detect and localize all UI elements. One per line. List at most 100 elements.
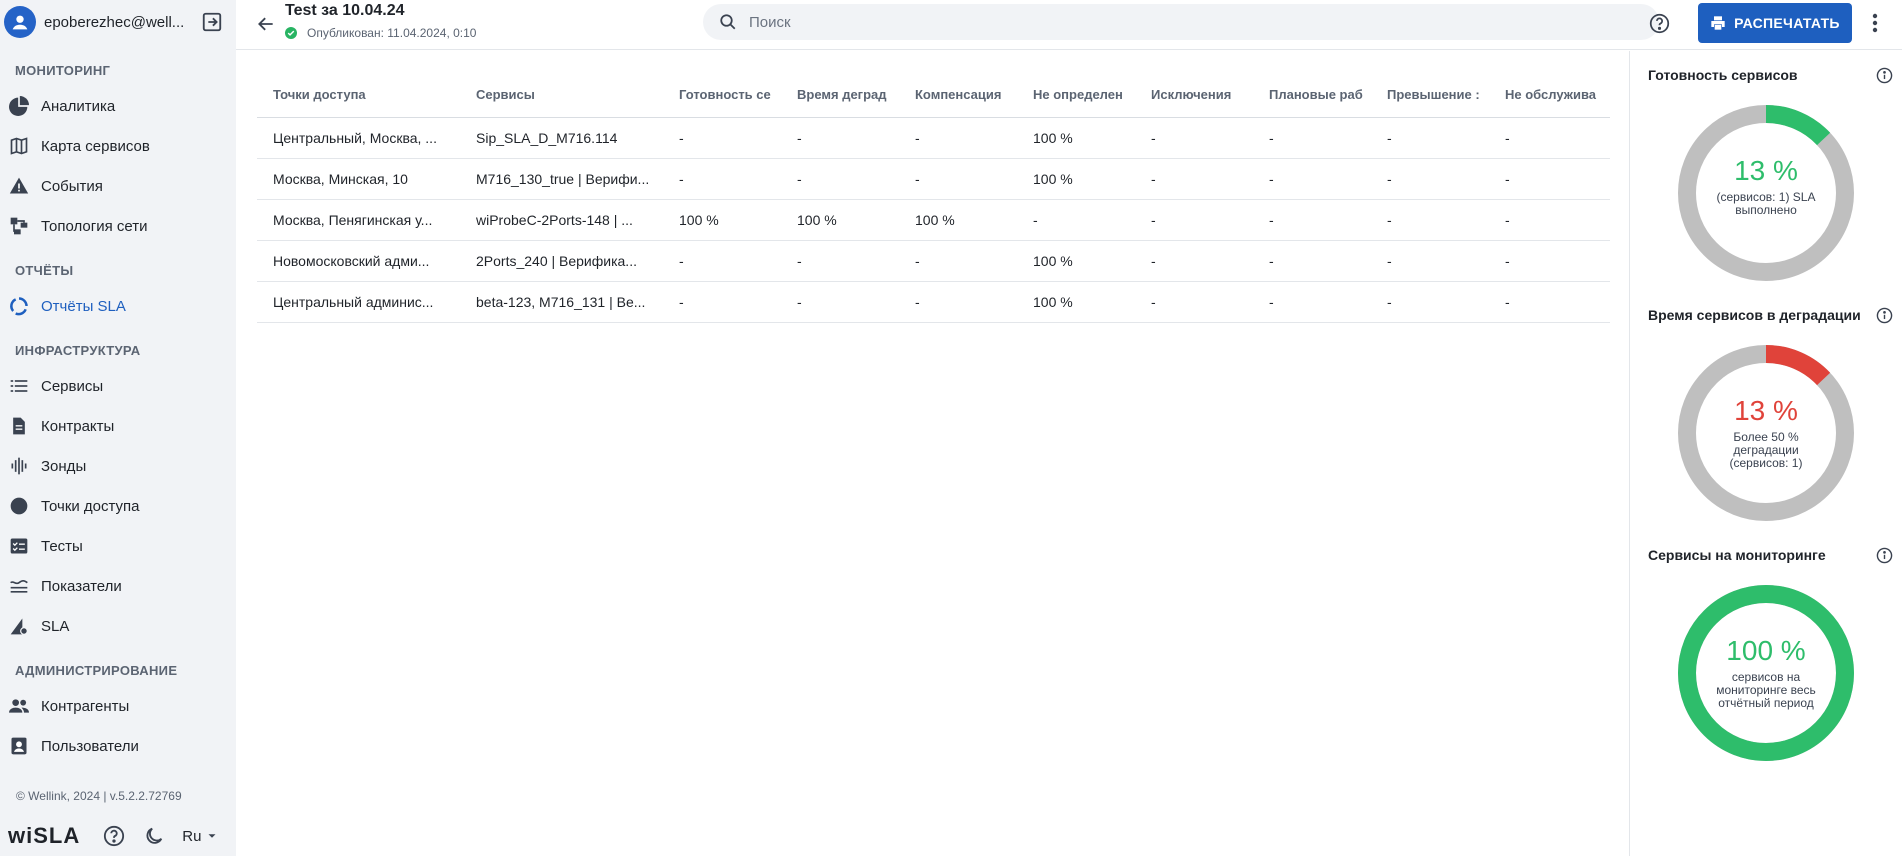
search-input[interactable] (749, 13, 1549, 31)
nav-item-probes[interactable]: Зонды (0, 446, 236, 486)
column-header[interactable]: Плановые раб (1253, 87, 1371, 102)
help-icon[interactable] (102, 824, 126, 848)
table-cell: beta-123, M716_131 | Be... (476, 294, 646, 310)
nav-item-contracts[interactable]: Контракты (0, 406, 236, 446)
nav-item-services[interactable]: Сервисы (0, 366, 236, 406)
language-selector[interactable]: Ru (182, 828, 219, 845)
table-cell: - (1151, 253, 1156, 269)
nav-item-sla[interactable]: SLA (0, 606, 236, 646)
sla-settings-icon (8, 615, 30, 637)
table-row[interactable]: Москва, Пенягинская у... wiProbeC-2Ports… (257, 200, 1610, 241)
print-label: РАСПЕЧАТАТЬ (1734, 15, 1840, 31)
table-header-row: Точки доступа Сервисы Готовность се Врем… (257, 72, 1610, 118)
nav-item-events[interactable]: События (0, 166, 236, 206)
dark-mode-icon[interactable] (142, 824, 166, 848)
nav-item-service-map[interactable]: Карта сервисов (0, 126, 236, 166)
column-header[interactable]: Не определен (1017, 87, 1135, 102)
column-header[interactable]: Готовность се (663, 87, 781, 102)
nav-item-access-points[interactable]: Точки доступа (0, 486, 236, 526)
table-cell: - (1387, 130, 1392, 146)
sidebar: epoberezhec@well... МОНИТОРИНГ Аналитика… (0, 0, 236, 856)
table-cell: - (1151, 294, 1156, 310)
nav-item-topology[interactable]: Топология сети (0, 206, 236, 246)
user-row: epoberezhec@well... (0, 0, 236, 44)
nav-item-analytics[interactable]: Аналитика (0, 86, 236, 126)
search-help-icon[interactable] (1648, 12, 1670, 34)
table-cell: - (1033, 212, 1038, 228)
nav-item-counterparties[interactable]: Контрагенты (0, 686, 236, 726)
info-icon[interactable] (1875, 306, 1893, 324)
table-cell: 100 % (797, 212, 837, 228)
nav-item-metrics[interactable]: Показатели (0, 566, 236, 606)
donut-desc-line: отчётный период (1718, 696, 1814, 710)
table-cell: - (915, 253, 920, 269)
table-cell: - (797, 253, 802, 269)
more-vert-icon[interactable] (1868, 11, 1882, 35)
table-cell: wiProbeC-2Ports-148 | ... (476, 212, 633, 228)
nav-label: Сервисы (41, 377, 104, 395)
nav-item-tests[interactable]: Тесты (0, 526, 236, 566)
checklist-icon (8, 535, 30, 557)
column-header[interactable]: Превышение : (1371, 87, 1489, 102)
user-card-icon (8, 735, 30, 757)
table-row[interactable]: Центральный админис... beta-123, M716_13… (257, 282, 1610, 323)
table-cell: - (915, 294, 920, 310)
info-icon[interactable] (1875, 66, 1893, 84)
list-icon (8, 375, 30, 397)
column-header[interactable]: Не обслужива (1489, 87, 1607, 102)
back-arrow-icon[interactable] (254, 12, 278, 36)
section-title-monitoring: МОНИТОРИНГ (15, 62, 111, 78)
nav-label: Карта сервисов (41, 137, 150, 155)
table-cell: - (1269, 253, 1274, 269)
nav-label: Показатели (41, 577, 122, 595)
footer-row: wiSLA Ru (0, 816, 236, 856)
publish-status-text: Опубликован: 11.04.2024, 0:10 (307, 26, 477, 40)
table-cell: Центральный админис... (273, 294, 434, 310)
info-icon[interactable] (1875, 546, 1893, 564)
nav-label: Контрагенты (41, 697, 130, 715)
logout-icon[interactable] (200, 10, 224, 34)
donut-percent: 13 % (1734, 395, 1798, 426)
table-cell: 100 % (1033, 130, 1073, 146)
donut-description: сервисов на мониторинге весь отчётный пе… (1700, 671, 1832, 710)
people-icon (8, 695, 30, 717)
print-button[interactable]: РАСПЕЧАТАТЬ (1698, 3, 1852, 43)
search-bar[interactable] (703, 4, 1659, 40)
nav-item-sla-reports[interactable]: Отчёты SLA (0, 286, 236, 326)
donut-chart: 100 % сервисов на мониторинге весь отчёт… (1678, 585, 1854, 761)
donut-description: Более 50 % деградации (сервисов: 1) (1700, 431, 1832, 470)
avatar[interactable] (4, 6, 36, 38)
printer-icon (1710, 15, 1726, 31)
column-header[interactable]: Сервисы (460, 87, 663, 102)
nav-item-users[interactable]: Пользователи (0, 726, 236, 766)
table-cell: - (915, 130, 920, 146)
column-header[interactable]: Время деград (781, 87, 899, 102)
table-cell: - (1505, 130, 1510, 146)
table-cell: - (679, 253, 684, 269)
table-cell: Новомосковский адми... (273, 253, 430, 269)
user-name[interactable]: epoberezhec@well... (44, 14, 200, 31)
map-icon (8, 135, 30, 157)
column-header[interactable]: Точки доступа (257, 87, 460, 102)
table-cell: - (1269, 212, 1274, 228)
table-cell: - (1269, 130, 1274, 146)
warning-icon (8, 175, 30, 197)
table-cell: - (1269, 171, 1274, 187)
card-service-readiness: Готовность сервисов 13 % (сервисов: 1) S… (1630, 51, 1902, 291)
table-row[interactable]: Новомосковский адми... 2Ports_240 | Вери… (257, 241, 1610, 282)
table-row[interactable]: Центральный, Москва, ... Sip_SLA_D_M716.… (257, 118, 1610, 159)
check-circle-icon (285, 27, 297, 39)
table-cell: - (1387, 212, 1392, 228)
summary-panel: Готовность сервисов 13 % (сервисов: 1) S… (1629, 51, 1902, 856)
publish-status: Опубликован: 11.04.2024, 0:10 (285, 26, 476, 40)
table-cell: - (679, 130, 684, 146)
page-title: Test за 10.04.24 (285, 2, 405, 19)
column-header[interactable]: Исключения (1135, 87, 1253, 102)
nav-label: Топология сети (41, 217, 148, 235)
table-cell: M716_130_true | Верифи... (476, 171, 650, 187)
column-header[interactable]: Компенсация (899, 87, 1017, 102)
table-row[interactable]: Москва, Минская, 10 M716_130_true | Вери… (257, 159, 1610, 200)
table-cell: - (797, 294, 802, 310)
document-icon (8, 415, 30, 437)
donut-percent: 13 % (1734, 155, 1798, 186)
